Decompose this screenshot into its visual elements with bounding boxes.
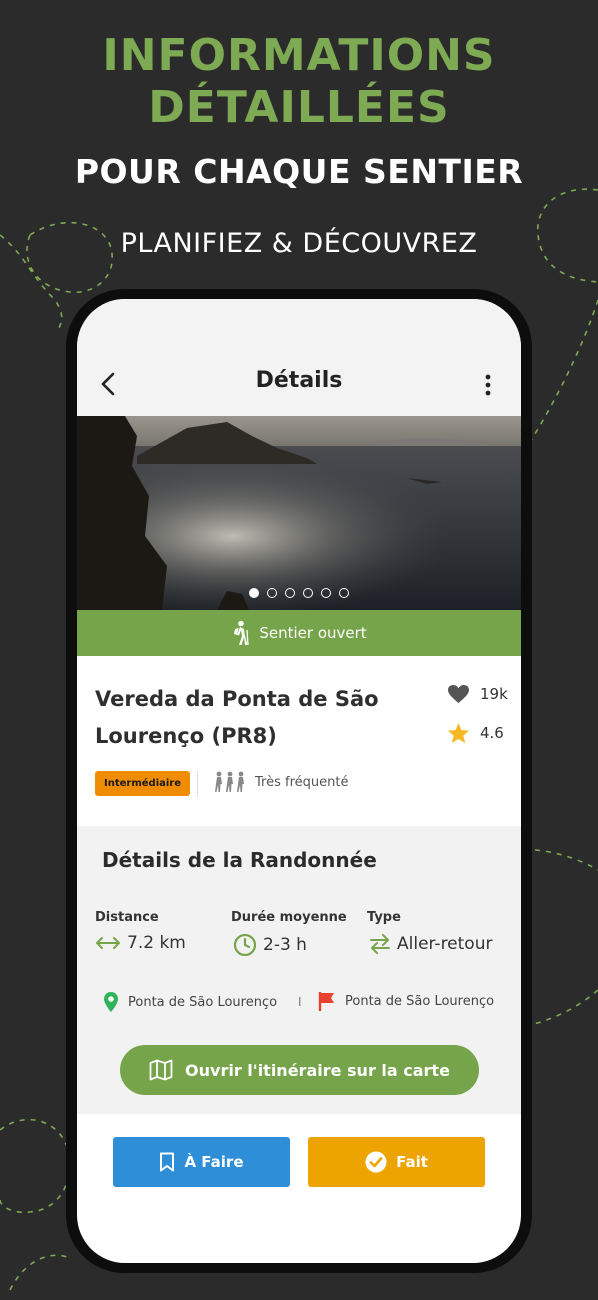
end-point: Ponta de São Lourenço [318, 991, 494, 1011]
gallery-dot[interactable] [249, 588, 259, 598]
trail-status-banner: Sentier ouvert [77, 610, 521, 656]
promo-title-line1: INFORMATIONS [102, 30, 496, 81]
map-icon [149, 1059, 173, 1081]
check-circle-icon [365, 1151, 387, 1173]
trail-status-label: Sentier ouvert [259, 624, 367, 642]
rating-stat: 4.6 [447, 722, 504, 744]
hike-details-panel: Détails de la Randonnée Distance 7.2 km … [77, 826, 521, 1114]
done-button[interactable]: Fait [308, 1137, 485, 1187]
duration-value-row: 2-3 h [233, 933, 307, 957]
end-point-label: Ponta de São Lourenço [345, 993, 495, 1009]
bookmark-icon [160, 1152, 175, 1172]
trail-photo-gallery[interactable] [77, 416, 521, 610]
type-value-row: Aller-retour [369, 933, 492, 955]
flag-icon [318, 992, 334, 1011]
details-section-title: Détails de la Randonnée [102, 848, 377, 872]
todo-button[interactable]: À Faire [113, 1137, 290, 1187]
app-header: Détails [77, 299, 521, 416]
promo-title-line2: DÉTAILLÉES [148, 82, 450, 133]
gallery-dot[interactable] [267, 588, 277, 598]
likes-stat[interactable]: 19k [447, 684, 508, 704]
crowd-label: Très fréquenté [255, 774, 349, 790]
distance-label: Distance [95, 910, 159, 925]
start-point: Ponta de São Lourenço [103, 991, 277, 1013]
round-trip-icon [370, 934, 390, 954]
open-map-button[interactable]: Ouvrir l'itinéraire sur la carte [120, 1045, 479, 1095]
phone-screen: Détails Sentier ouvert Vereda da Ponta d… [77, 299, 521, 1263]
gallery-dot[interactable] [321, 588, 331, 598]
promo-subtitle: POUR CHAQUE SENTIER [74, 152, 524, 191]
gallery-dot[interactable] [285, 588, 295, 598]
gallery-dot[interactable] [339, 588, 349, 598]
duration-value: 2-3 h [263, 935, 307, 955]
location-pin-icon [104, 992, 118, 1012]
likes-count: 19k [480, 685, 508, 703]
more-vertical-icon[interactable] [478, 372, 498, 398]
promo-tagline: PLANIFIEZ & DÉCOUVREZ [120, 228, 478, 259]
page-title: Détails [255, 368, 343, 393]
distance-value: 7.2 km [127, 933, 186, 953]
duration-label: Durée moyenne [231, 910, 347, 925]
done-label: Fait [396, 1153, 428, 1171]
todo-label: À Faire [184, 1153, 244, 1171]
start-point-label: Ponta de São Lourenço [128, 994, 278, 1010]
rating-value: 4.6 [480, 724, 504, 742]
distance-value-row: 7.2 km [95, 933, 186, 953]
crowd-level: Très fréquenté [213, 771, 348, 793]
coastal-cliffs-sunset-photo [77, 416, 521, 610]
group-hikers-icon [215, 771, 244, 792]
difficulty-badge: Intermédiaire [95, 771, 191, 796]
badge-divider [197, 771, 198, 797]
gallery-pagination[interactable] [77, 588, 521, 598]
trail-name: Vereda da Ponta de São Lourenço (PR8) [95, 687, 379, 748]
type-label: Type [367, 910, 401, 925]
clock-icon [233, 933, 257, 957]
endpoint-divider: I [298, 995, 302, 1009]
type-value: Aller-retour [397, 934, 493, 954]
heart-icon[interactable] [447, 684, 470, 704]
hiker-icon [234, 620, 249, 646]
gallery-dot[interactable] [303, 588, 313, 598]
star-icon [447, 722, 470, 744]
distance-arrows-icon [96, 937, 120, 949]
open-map-label: Ouvrir l'itinéraire sur la carte [185, 1060, 450, 1080]
